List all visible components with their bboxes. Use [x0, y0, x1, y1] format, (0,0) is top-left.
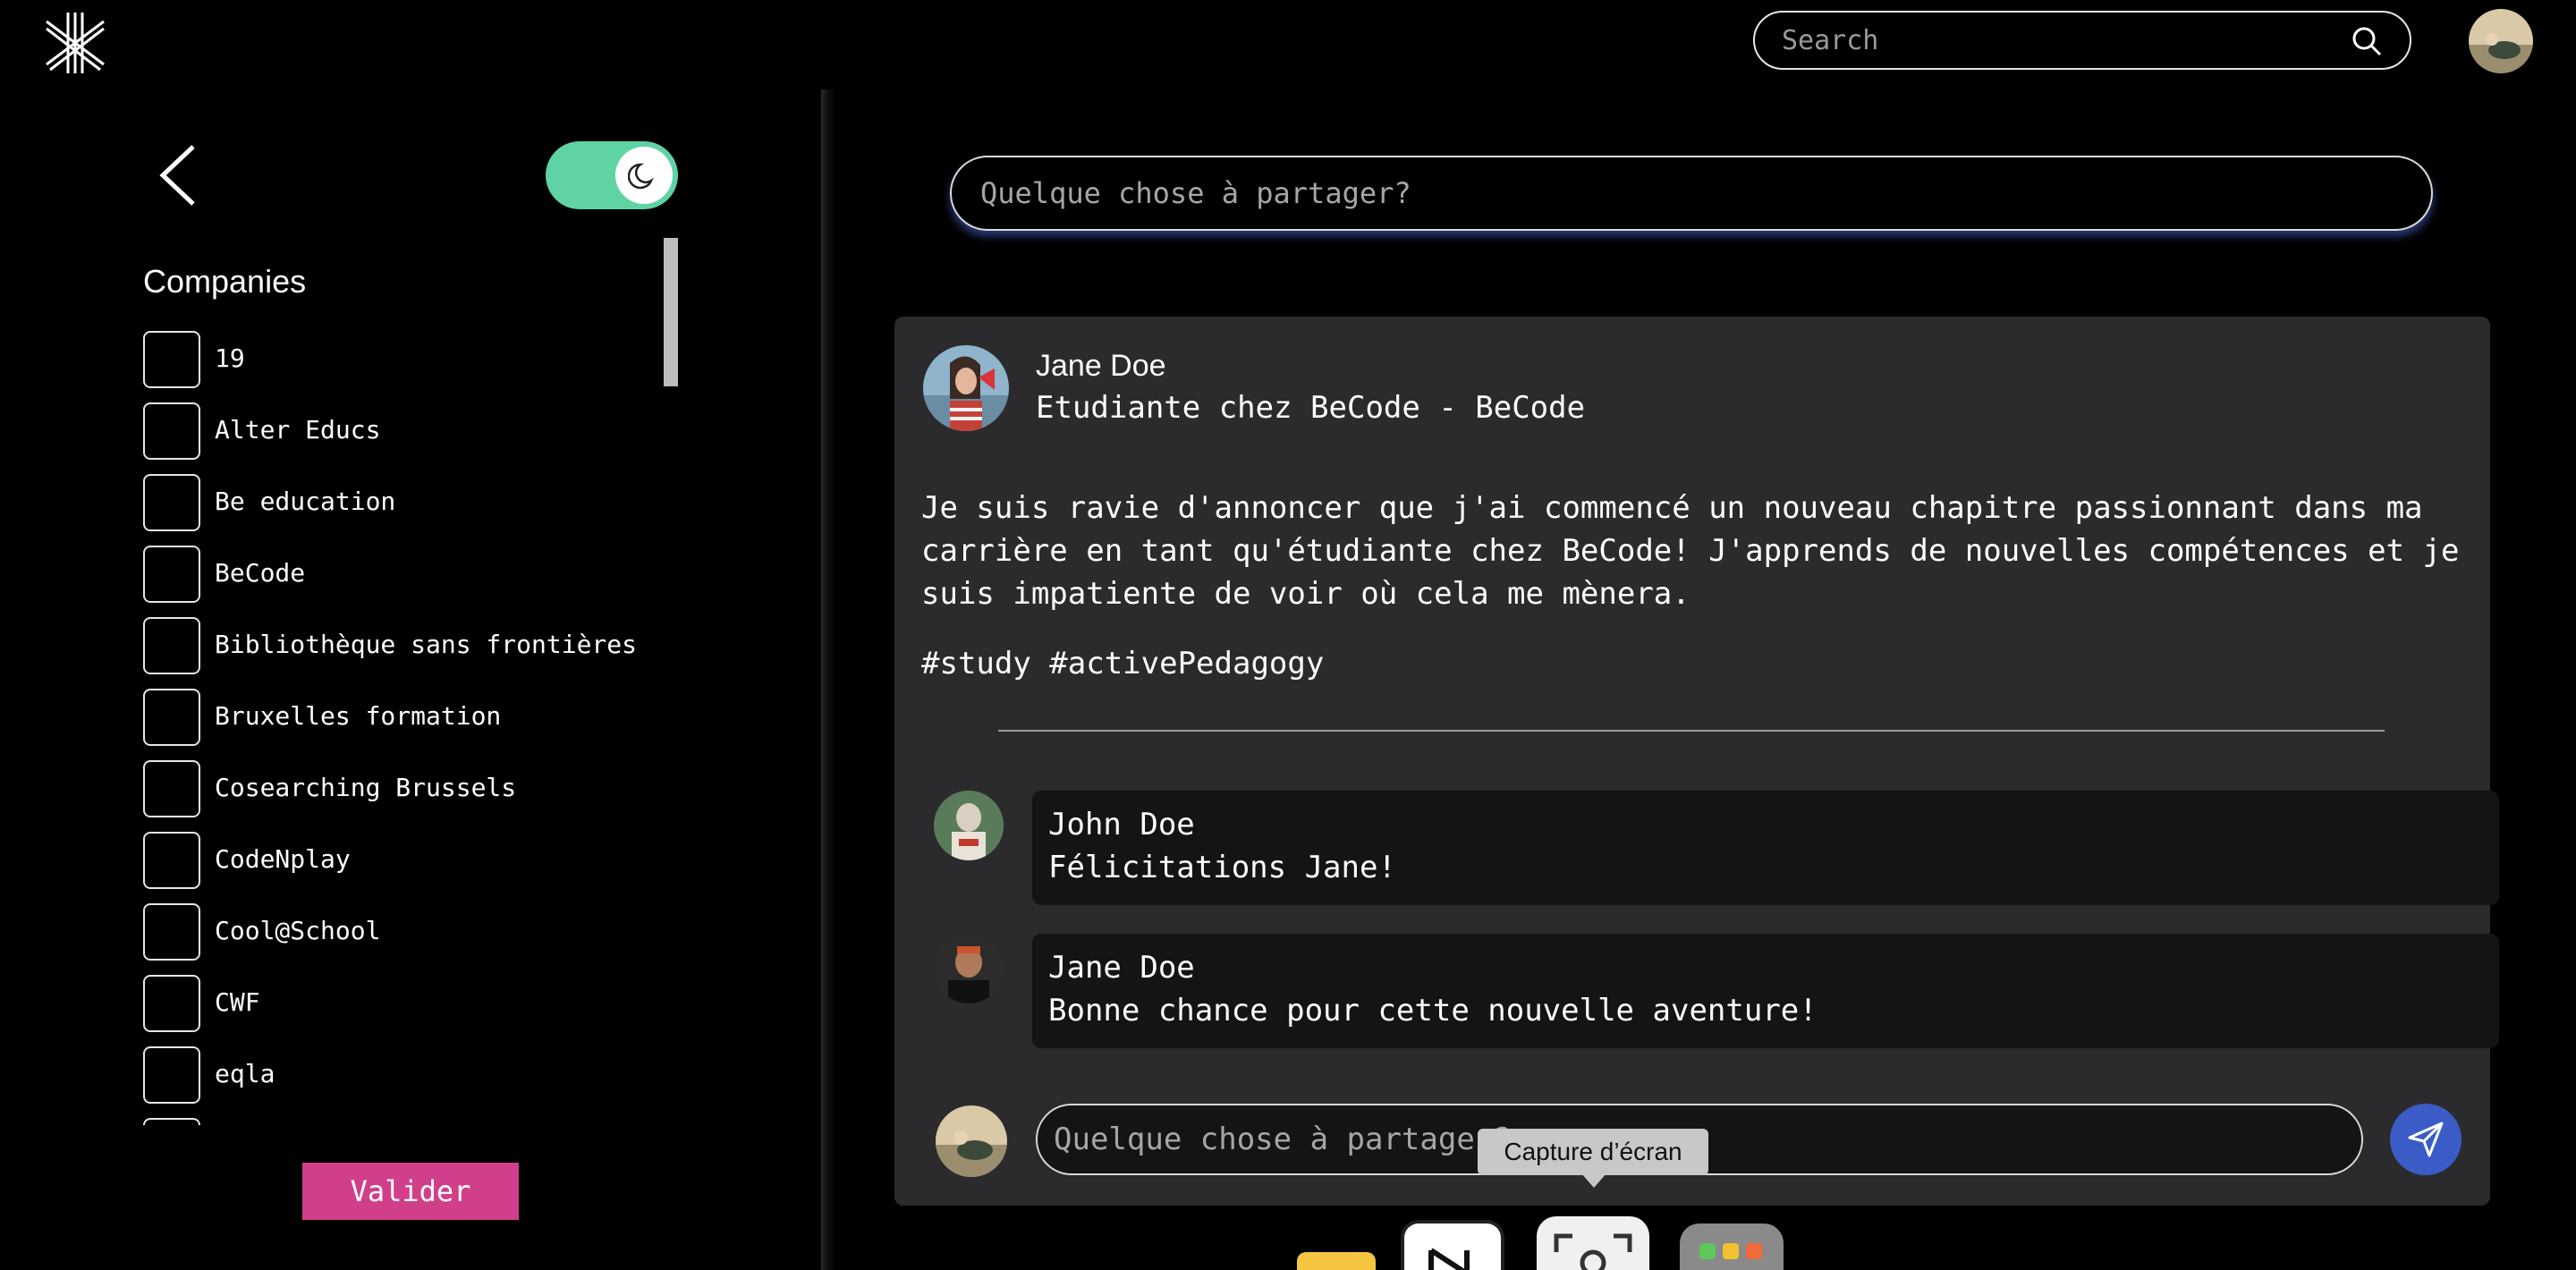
- company-item[interactable]: Cosearching Brussels: [143, 760, 680, 817]
- company-item[interactable]: 19: [143, 331, 680, 388]
- company-label: Cool@School: [215, 916, 381, 945]
- company-item[interactable]: Bibliothèque sans frontières: [143, 617, 680, 674]
- search-bar[interactable]: [1753, 11, 2411, 70]
- tooltip: Capture d’écran: [1478, 1129, 1708, 1175]
- company-item[interactable]: BeCode: [143, 546, 680, 603]
- search-input[interactable]: [1782, 13, 2318, 68]
- checkbox[interactable]: [143, 1118, 200, 1125]
- checkbox[interactable]: [143, 402, 200, 460]
- company-label: Alter Educs: [215, 415, 381, 444]
- comment-bubble: Jane Doe Bonne chance pour cette nouvell…: [1032, 934, 2499, 1048]
- company-label: BeCode: [215, 558, 306, 588]
- checkbox[interactable]: [143, 975, 200, 1032]
- checkbox[interactable]: [143, 832, 200, 889]
- checkbox[interactable]: [143, 1046, 200, 1104]
- author-avatar[interactable]: [923, 345, 1009, 431]
- notion-icon[interactable]: [1401, 1220, 1504, 1270]
- comment-text: Félicitations Jane!: [1048, 850, 1396, 885]
- company-label: CodeNplay: [215, 844, 351, 874]
- separator: [998, 730, 2385, 732]
- company-item[interactable]: CWF: [143, 975, 680, 1032]
- checkbox[interactable]: [143, 760, 200, 817]
- notes-icon[interactable]: [1297, 1252, 1376, 1270]
- panel-divider: [821, 89, 835, 1270]
- send-icon: [2408, 1122, 2444, 1157]
- company-item-partial[interactable]: [143, 1118, 680, 1125]
- company-label: CWF: [215, 987, 260, 1017]
- comment-bubble: John Doe Félicitations Jane!: [1032, 791, 2499, 905]
- company-label: 19: [215, 343, 245, 373]
- search-icon[interactable]: [2351, 25, 2383, 57]
- checkbox[interactable]: [143, 474, 200, 531]
- user-avatar[interactable]: [2469, 9, 2533, 73]
- checkbox[interactable]: [143, 903, 200, 961]
- current-user-avatar[interactable]: [936, 1105, 1007, 1177]
- tooltip-arrow: [1581, 1173, 1606, 1188]
- back-button[interactable]: [156, 141, 200, 209]
- company-item[interactable]: Alter Educs: [143, 402, 680, 460]
- company-label: Be education: [215, 487, 396, 516]
- comment-author[interactable]: Jane Doe: [1048, 950, 1195, 986]
- screenshot-icon[interactable]: [1537, 1216, 1649, 1270]
- company-item[interactable]: Bruxelles formation: [143, 689, 680, 746]
- company-label: Bruxelles formation: [215, 701, 502, 731]
- post-author-role: Etudiante chez BeCode - BeCode: [1036, 390, 1586, 426]
- comment: Jane Doe Bonne chance pour cette nouvell…: [934, 934, 2499, 1050]
- checkbox[interactable]: [143, 331, 200, 388]
- post-body: Je suis ravie d'annoncer que j'ai commen…: [921, 490, 2460, 612]
- post-composer-input[interactable]: [980, 157, 2394, 229]
- validate-button[interactable]: Valider: [302, 1163, 519, 1220]
- company-item[interactable]: Cool@School: [143, 903, 680, 961]
- post-card: Jane Doe Etudiante chez BeCode - BeCode …: [894, 317, 2499, 1206]
- checkbox[interactable]: [143, 546, 200, 603]
- comment-author[interactable]: John Doe: [1048, 807, 1195, 842]
- send-button[interactable]: [2390, 1104, 2462, 1175]
- toggle-knob: [615, 147, 673, 204]
- app-logo[interactable]: [41, 9, 109, 77]
- company-item[interactable]: Be education: [143, 474, 680, 531]
- company-item[interactable]: eqla: [143, 1046, 680, 1104]
- launchpad-icon[interactable]: [1680, 1223, 1784, 1270]
- moon-icon: [628, 163, 654, 190]
- company-label: eqla: [215, 1059, 275, 1088]
- companies-title: Companies: [143, 263, 307, 300]
- comment: John Doe Félicitations Jane!: [934, 791, 2499, 907]
- checkbox[interactable]: [143, 689, 200, 746]
- comment-avatar[interactable]: [934, 934, 1004, 1003]
- chevron-left-icon: [159, 145, 195, 206]
- post-composer[interactable]: [950, 156, 2433, 231]
- comment-text: Bonne chance pour cette nouvelle aventur…: [1048, 993, 1818, 1029]
- post-author[interactable]: Jane Doe: [1036, 349, 1166, 384]
- dark-mode-toggle[interactable]: [546, 141, 678, 209]
- comment-avatar[interactable]: [934, 791, 1004, 860]
- company-label: Bibliothèque sans frontières: [215, 630, 638, 659]
- company-item[interactable]: CodeNplay: [143, 832, 680, 889]
- checkbox[interactable]: [143, 617, 200, 674]
- company-label: Cosearching Brussels: [215, 773, 517, 802]
- company-list: 19 Alter Educs Be education BeCode Bibli…: [143, 331, 680, 1125]
- post-tags[interactable]: #study #activePedagogy: [921, 646, 1324, 682]
